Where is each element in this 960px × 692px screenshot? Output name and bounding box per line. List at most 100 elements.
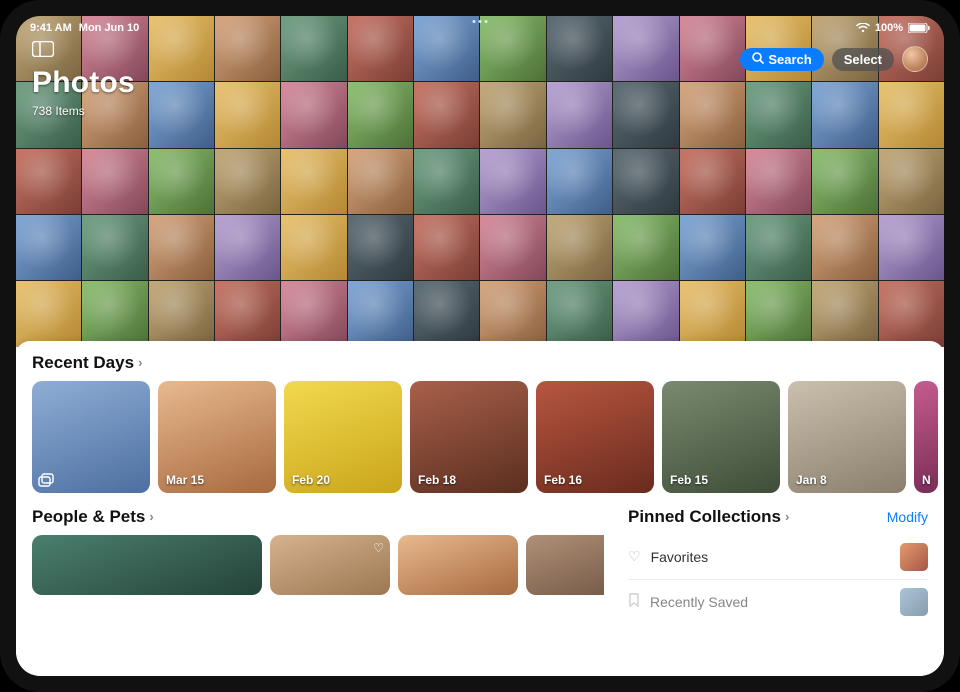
photo-thumb[interactable]	[746, 281, 811, 346]
pinned-collections-title-row[interactable]: Pinned Collections ›	[628, 507, 789, 527]
photo-thumb[interactable]	[812, 82, 877, 147]
recent-days-header[interactable]: Recent Days ›	[16, 353, 944, 381]
photo-thumb[interactable]	[215, 82, 280, 147]
person-card[interactable]	[398, 535, 518, 595]
photo-thumb[interactable]	[879, 149, 944, 214]
recent-day-card[interactable]: Feb 20	[284, 381, 402, 493]
photo-thumb[interactable]	[812, 215, 877, 280]
photo-thumb[interactable]	[149, 82, 214, 147]
photo-thumb[interactable]	[414, 149, 479, 214]
person-card[interactable]	[32, 535, 262, 595]
photo-thumb[interactable]	[547, 149, 612, 214]
photo-thumb[interactable]	[149, 215, 214, 280]
profile-avatar[interactable]	[902, 46, 928, 72]
photo-thumb[interactable]	[480, 281, 545, 346]
photo-thumb[interactable]	[348, 149, 413, 214]
photo-thumb[interactable]	[680, 149, 745, 214]
recent-days-row[interactable]: Mar 15 Feb 20 Feb 18 Feb 16 Feb 15 Jan 8	[16, 381, 944, 507]
pinned-collections-title: Pinned Collections	[628, 507, 781, 527]
pinned-item-favorites[interactable]: ♡ Favorites	[628, 535, 928, 580]
photo-thumb[interactable]	[16, 281, 81, 346]
photo-thumb[interactable]	[879, 281, 944, 346]
pet-card[interactable]	[526, 535, 604, 595]
search-button[interactable]: Search	[740, 48, 823, 71]
item-count: 738 Items	[32, 104, 135, 118]
photo-thumb[interactable]	[879, 82, 944, 147]
photo-thumb[interactable]	[82, 215, 147, 280]
collections-sheet: Recent Days › Mar 15 Feb 20 Feb 18	[16, 341, 944, 676]
photo-thumb[interactable]	[16, 215, 81, 280]
recent-day-card[interactable]: Jan 8	[788, 381, 906, 493]
photo-thumb[interactable]	[480, 82, 545, 147]
photo-thumb[interactable]	[82, 281, 147, 346]
photo-thumb[interactable]	[746, 82, 811, 147]
photo-thumb[interactable]	[547, 82, 612, 147]
wifi-icon	[856, 23, 870, 33]
photo-thumb[interactable]	[149, 281, 214, 346]
photo-thumb[interactable]	[414, 281, 479, 346]
recent-days-title: Recent Days	[32, 353, 134, 373]
photo-thumb[interactable]	[149, 149, 214, 214]
photo-thumb[interactable]	[82, 149, 147, 214]
photo-thumb[interactable]	[480, 149, 545, 214]
photo-thumb[interactable]	[613, 82, 678, 147]
people-pets-header[interactable]: People & Pets ›	[32, 507, 604, 535]
card-date: Feb 15	[670, 473, 708, 487]
photo-thumb[interactable]	[281, 82, 346, 147]
battery-percent: 100%	[875, 22, 903, 34]
recent-day-card[interactable]	[32, 381, 150, 493]
photo-thumb[interactable]	[348, 215, 413, 280]
search-label: Search	[768, 52, 811, 67]
multitask-dots-icon[interactable]	[473, 20, 488, 23]
select-button[interactable]: Select	[832, 48, 894, 71]
photo-thumb[interactable]	[680, 82, 745, 147]
photo-thumb[interactable]	[613, 149, 678, 214]
sidebar-toggle-icon[interactable]	[32, 40, 54, 58]
card-date: Feb 16	[544, 473, 582, 487]
photo-thumb[interactable]	[348, 281, 413, 346]
pinned-item-recently-saved[interactable]: Recently Saved	[628, 580, 928, 624]
bookmark-icon	[628, 593, 640, 610]
pinned-thumb	[900, 588, 928, 616]
pinned-collections-section: Pinned Collections › Modify ♡ Favorites	[628, 507, 928, 624]
photo-thumb[interactable]	[812, 149, 877, 214]
photo-thumb[interactable]	[215, 149, 280, 214]
photo-thumb[interactable]	[680, 281, 745, 346]
photo-thumb[interactable]	[281, 149, 346, 214]
status-date: Mon Jun 10	[79, 22, 140, 34]
photo-thumb[interactable]	[215, 281, 280, 346]
select-label: Select	[844, 52, 882, 67]
photo-thumb[interactable]	[281, 215, 346, 280]
page-title: Photos	[32, 66, 135, 100]
photo-thumb[interactable]	[812, 281, 877, 346]
photo-thumb[interactable]	[215, 215, 280, 280]
photo-thumb[interactable]	[348, 82, 413, 147]
person-card[interactable]: ♡	[270, 535, 390, 595]
photo-thumb[interactable]	[414, 215, 479, 280]
photo-thumb[interactable]	[547, 281, 612, 346]
photo-thumb[interactable]	[414, 82, 479, 147]
photo-thumb[interactable]	[879, 215, 944, 280]
battery-icon	[908, 23, 930, 33]
photo-thumb[interactable]	[613, 281, 678, 346]
recent-day-card[interactable]: N	[914, 381, 938, 493]
photo-thumb[interactable]	[16, 149, 81, 214]
card-date: Feb 18	[418, 473, 456, 487]
photo-thumb[interactable]	[281, 281, 346, 346]
modify-button[interactable]: Modify	[887, 509, 928, 525]
recent-day-card[interactable]: Feb 16	[536, 381, 654, 493]
photo-thumb[interactable]	[480, 215, 545, 280]
photo-thumb[interactable]	[746, 215, 811, 280]
heart-icon: ♡	[373, 541, 384, 555]
photo-thumb[interactable]	[547, 215, 612, 280]
pinned-item-label: Recently Saved	[650, 594, 748, 610]
recent-day-card[interactable]: Mar 15	[158, 381, 276, 493]
recent-day-card[interactable]: Feb 15	[662, 381, 780, 493]
pinned-thumb	[900, 543, 928, 571]
photo-thumb[interactable]	[680, 215, 745, 280]
recent-day-card[interactable]: Feb 18	[410, 381, 528, 493]
card-date: N	[922, 473, 931, 487]
photo-thumb[interactable]	[613, 215, 678, 280]
photo-thumb[interactable]	[746, 149, 811, 214]
people-pets-row[interactable]: ♡	[32, 535, 604, 595]
